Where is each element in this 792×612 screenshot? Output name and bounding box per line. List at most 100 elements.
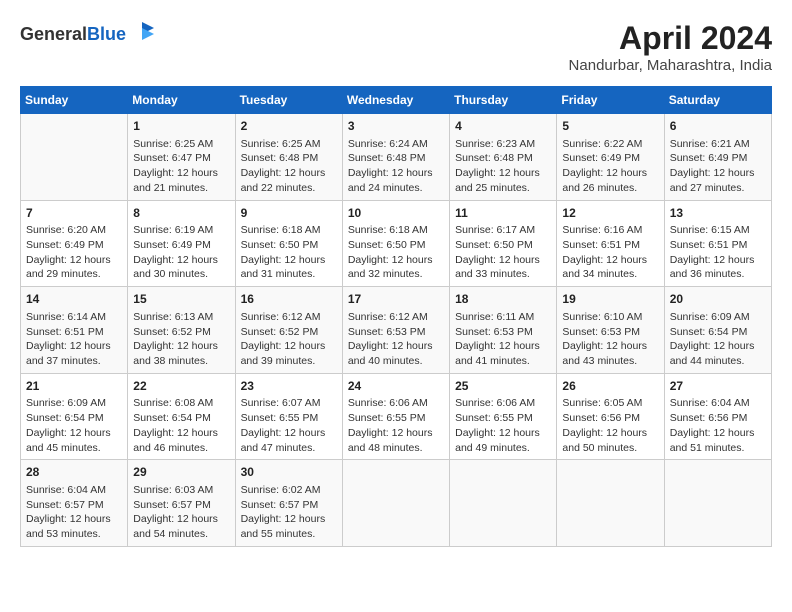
cell-info: Sunrise: 6:18 AMSunset: 6:50 PMDaylight:… [241,223,337,282]
calendar-cell: 30Sunrise: 6:02 AMSunset: 6:57 PMDayligh… [235,460,342,547]
calendar-cell: 5 Sunrise: 6:22 AMSunset: 6:49 PMDaylight… [557,114,664,201]
cell-info: Sunrise: 6:02 AMSunset: 6:57 PMDaylight:… [241,483,337,542]
cell-date: 4 [455,118,551,135]
cell-info: Sunrise: 6:22 AMSunset: 6:49 PMDaylight:… [562,137,658,196]
logo-blue-text: Blue [87,24,126,44]
calendar-cell: 12Sunrise: 6:16 AMSunset: 6:51 PMDayligh… [557,200,664,287]
cell-info: Sunrise: 6:24 AMSunset: 6:48 PMDaylight:… [348,137,444,196]
cell-date: 17 [348,291,444,308]
cell-info: Sunrise: 6:21 AMSunset: 6:49 PMDaylight:… [670,137,766,196]
calendar-cell: 25Sunrise: 6:06 AMSunset: 6:55 PMDayligh… [450,373,557,460]
calendar-cell: 4 Sunrise: 6:23 AMSunset: 6:48 PMDaylight… [450,114,557,201]
calendar-cell: 26Sunrise: 6:05 AMSunset: 6:56 PMDayligh… [557,373,664,460]
calendar-cell: 6 Sunrise: 6:21 AMSunset: 6:49 PMDaylight… [664,114,771,201]
main-title: April 2024 [569,20,772,57]
calendar-cell: 8Sunrise: 6:19 AMSunset: 6:49 PMDaylight… [128,200,235,287]
calendar-body: 1 Sunrise: 6:25 AMSunset: 6:47 PMDaylight… [21,114,772,547]
calendar-cell [342,460,449,547]
calendar-cell [557,460,664,547]
cell-date: 21 [26,378,122,395]
calendar-cell: 2Sunrise: 6:25 AMSunset: 6:48 PMDaylight… [235,114,342,201]
cell-info: Sunrise: 6:12 AMSunset: 6:52 PMDaylight:… [241,310,337,369]
calendar-cell: 18 Sunrise: 6:11 AMSunset: 6:53 PMDayligh… [450,287,557,374]
cell-date: 19 [562,291,658,308]
cell-info: Sunrise: 6:05 AMSunset: 6:56 PMDaylight:… [562,396,658,455]
cell-date: 22 [133,378,229,395]
cell-date: 26 [562,378,658,395]
cell-date: 3 [348,118,444,135]
calendar-cell: 3 Sunrise: 6:24 AMSunset: 6:48 PMDaylight… [342,114,449,201]
calendar-cell: 29 Sunrise: 6:03 AMSunset: 6:57 PMDayligh… [128,460,235,547]
cell-date: 16 [241,291,337,308]
logo-general-text: General [20,24,87,44]
header-row: SundayMondayTuesdayWednesdayThursdayFrid… [21,87,772,114]
cell-info: Sunrise: 6:09 AMSunset: 6:54 PMDaylight:… [670,310,766,369]
cell-date: 27 [670,378,766,395]
cell-date: 6 [670,118,766,135]
calendar-cell: 27Sunrise: 6:04 AMSunset: 6:56 PMDayligh… [664,373,771,460]
calendar-table: SundayMondayTuesdayWednesdayThursdayFrid… [20,86,772,547]
cell-info: Sunrise: 6:25 AMSunset: 6:47 PMDaylight:… [133,137,229,196]
cell-info: Sunrise: 6:03 AMSunset: 6:57 PMDaylight:… [133,483,229,542]
cell-info: Sunrise: 6:14 AMSunset: 6:51 PMDaylight:… [26,310,122,369]
cell-date: 29 [133,464,229,481]
cell-info: Sunrise: 6:11 AMSunset: 6:53 PMDaylight:… [455,310,551,369]
cell-info: Sunrise: 6:15 AMSunset: 6:51 PMDaylight:… [670,223,766,282]
cell-date: 18 [455,291,551,308]
subtitle: Nandurbar, Maharashtra, India [569,57,772,74]
calendar-cell: 24Sunrise: 6:06 AMSunset: 6:55 PMDayligh… [342,373,449,460]
cell-date: 10 [348,205,444,222]
cell-date: 28 [26,464,122,481]
cell-date: 12 [562,205,658,222]
cell-info: Sunrise: 6:07 AMSunset: 6:55 PMDaylight:… [241,396,337,455]
calendar-cell: 28 Sunrise: 6:04 AMSunset: 6:57 PMDayligh… [21,460,128,547]
cell-info: Sunrise: 6:20 AMSunset: 6:49 PMDaylight:… [26,223,122,282]
calendar-cell [664,460,771,547]
calendar-week-row: 7Sunrise: 6:20 AMSunset: 6:49 PMDaylight… [21,200,772,287]
day-header: Tuesday [235,87,342,114]
cell-date: 25 [455,378,551,395]
calendar-cell [21,114,128,201]
calendar-cell: 11Sunrise: 6:17 AMSunset: 6:50 PMDayligh… [450,200,557,287]
cell-info: Sunrise: 6:04 AMSunset: 6:57 PMDaylight:… [26,483,122,542]
cell-date: 24 [348,378,444,395]
calendar-cell: 13Sunrise: 6:15 AMSunset: 6:51 PMDayligh… [664,200,771,287]
calendar-cell: 9Sunrise: 6:18 AMSunset: 6:50 PMDaylight… [235,200,342,287]
calendar-week-row: 1 Sunrise: 6:25 AMSunset: 6:47 PMDaylight… [21,114,772,201]
cell-info: Sunrise: 6:04 AMSunset: 6:56 PMDaylight:… [670,396,766,455]
cell-info: Sunrise: 6:10 AMSunset: 6:53 PMDaylight:… [562,310,658,369]
day-header: Monday [128,87,235,114]
calendar-cell: 7Sunrise: 6:20 AMSunset: 6:49 PMDaylight… [21,200,128,287]
cell-info: Sunrise: 6:23 AMSunset: 6:48 PMDaylight:… [455,137,551,196]
calendar-cell: 23Sunrise: 6:07 AMSunset: 6:55 PMDayligh… [235,373,342,460]
cell-date: 5 [562,118,658,135]
cell-date: 20 [670,291,766,308]
logo-flag-icon [128,20,156,48]
cell-info: Sunrise: 6:06 AMSunset: 6:55 PMDaylight:… [348,396,444,455]
cell-date: 14 [26,291,122,308]
calendar-cell: 22Sunrise: 6:08 AMSunset: 6:54 PMDayligh… [128,373,235,460]
cell-date: 13 [670,205,766,222]
calendar-week-row: 28 Sunrise: 6:04 AMSunset: 6:57 PMDayligh… [21,460,772,547]
cell-date: 1 [133,118,229,135]
cell-date: 9 [241,205,337,222]
cell-date: 8 [133,205,229,222]
calendar-cell: 15Sunrise: 6:13 AMSunset: 6:52 PMDayligh… [128,287,235,374]
calendar-cell: 10Sunrise: 6:18 AMSunset: 6:50 PMDayligh… [342,200,449,287]
page-header: GeneralBlue April 2024 Nandurbar, Mahara… [20,20,772,74]
title-block: April 2024 Nandurbar, Maharashtra, India [569,20,772,74]
calendar-cell: 21Sunrise: 6:09 AMSunset: 6:54 PMDayligh… [21,373,128,460]
cell-info: Sunrise: 6:19 AMSunset: 6:49 PMDaylight:… [133,223,229,282]
calendar-cell: 16 Sunrise: 6:12 AMSunset: 6:52 PMDayligh… [235,287,342,374]
logo: GeneralBlue [20,20,156,48]
calendar-cell: 14 Sunrise: 6:14 AMSunset: 6:51 PMDayligh… [21,287,128,374]
calendar-header: SundayMondayTuesdayWednesdayThursdayFrid… [21,87,772,114]
cell-info: Sunrise: 6:17 AMSunset: 6:50 PMDaylight:… [455,223,551,282]
day-header: Thursday [450,87,557,114]
calendar-week-row: 14 Sunrise: 6:14 AMSunset: 6:51 PMDayligh… [21,287,772,374]
day-header: Sunday [21,87,128,114]
cell-info: Sunrise: 6:09 AMSunset: 6:54 PMDaylight:… [26,396,122,455]
day-header: Friday [557,87,664,114]
cell-info: Sunrise: 6:12 AMSunset: 6:53 PMDaylight:… [348,310,444,369]
calendar-cell: 17 Sunrise: 6:12 AMSunset: 6:53 PMDayligh… [342,287,449,374]
